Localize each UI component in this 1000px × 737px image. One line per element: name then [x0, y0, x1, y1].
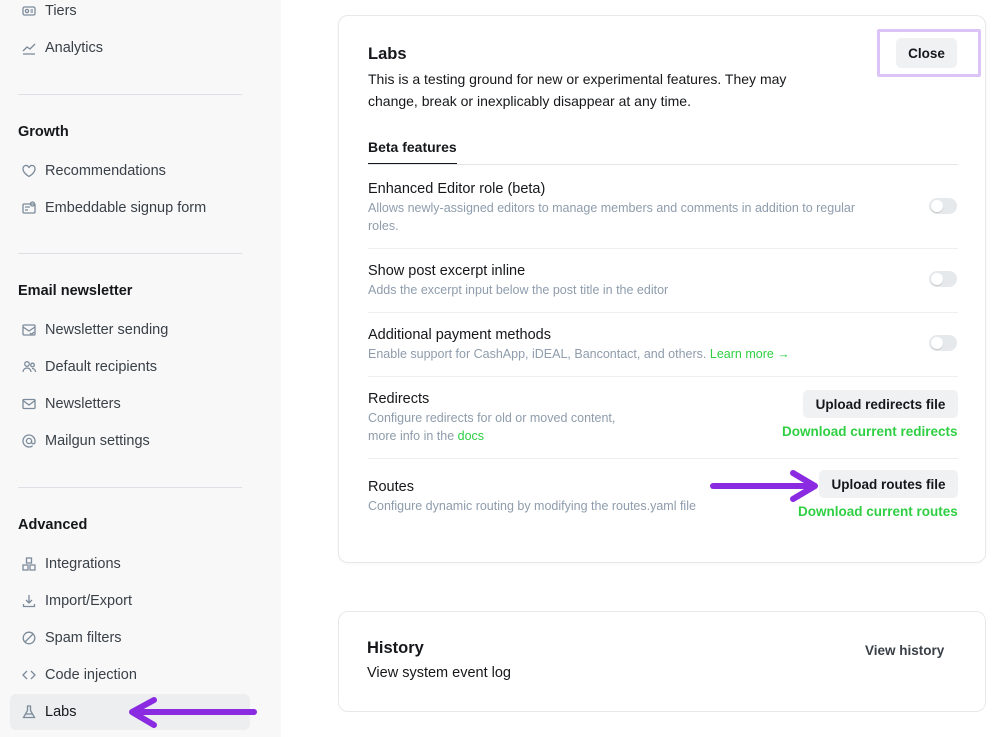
- history-title: History: [367, 639, 424, 657]
- redirects-description: Configure redirects for old or moved con…: [368, 409, 668, 445]
- sidebar-item-label: Recommendations: [45, 163, 166, 179]
- sidebar-item-label: Spam filters: [45, 630, 122, 646]
- routes-description: Configure dynamic routing by modifying t…: [368, 499, 696, 513]
- row-divider: [368, 458, 958, 459]
- block-icon: [21, 630, 37, 646]
- sidebar-item-label: Integrations: [45, 556, 121, 572]
- sidebar-item-label: Mailgun settings: [45, 433, 150, 449]
- sidebar-divider: [18, 487, 242, 488]
- labs-description: This is a testing ground for new or expe…: [368, 71, 787, 109]
- payment-methods-toggle[interactable]: [929, 335, 957, 351]
- feature-title: Additional payment methods: [368, 327, 551, 343]
- sidebar-item-mailgun-settings[interactable]: Mailgun settings: [10, 423, 250, 459]
- feature-description: Enable support for CashApp, iDEAL, Banco…: [368, 345, 888, 363]
- sidebar-item-import-export[interactable]: Import/Export: [10, 583, 250, 619]
- flask-icon: [21, 704, 37, 720]
- sidebar-item-newsletters[interactable]: Newsletters: [10, 386, 250, 422]
- view-history-button[interactable]: View history: [865, 643, 944, 658]
- feature-description: Adds the excerpt input below the post ti…: [368, 283, 669, 297]
- download-redirects-link[interactable]: Download current redirects: [782, 424, 958, 439]
- sidebar-item-code-injection[interactable]: Code injection: [10, 657, 250, 693]
- redirects-description-text: more info in the: [368, 429, 455, 443]
- section-title-growth: Growth: [18, 124, 69, 140]
- sidebar-item-label: Newsletters: [45, 396, 121, 412]
- feature-description: Allows newly-assigned editors to manage …: [368, 201, 856, 233]
- row-divider: [368, 248, 958, 249]
- sidebar-item-analytics[interactable]: Analytics: [10, 30, 250, 66]
- sidebar-item-label: Labs: [45, 704, 77, 720]
- users-icon: [21, 359, 37, 375]
- tab-underline: [368, 164, 958, 165]
- feature-title: Enhanced Editor role (beta): [368, 181, 546, 197]
- integrations-icon: [21, 556, 37, 572]
- signup-form-icon: [21, 200, 37, 216]
- settings-sidebar: Tiers Analytics Growth Recommendations E…: [0, 0, 281, 737]
- sidebar-item-integrations[interactable]: Integrations: [10, 546, 250, 582]
- feature-enhanced-editor: Enhanced Editor role (beta) Allows newly…: [368, 181, 888, 235]
- sidebar-item-recommendations[interactable]: Recommendations: [10, 153, 250, 189]
- labs-card: Labs This is a testing ground for new or…: [338, 15, 986, 563]
- heart-icon: [21, 163, 37, 179]
- feature-title: Show post excerpt inline: [368, 263, 526, 279]
- feature-description-text: Enable support for CashApp, iDEAL, Banco…: [368, 347, 707, 361]
- analytics-icon: [21, 40, 37, 56]
- redirects-section: Redirects Configure redirects for old or…: [368, 391, 668, 445]
- section-title-advanced: Advanced: [18, 517, 88, 533]
- sidebar-item-newsletter-sending[interactable]: Newsletter sending: [10, 312, 250, 348]
- sidebar-divider: [18, 253, 242, 254]
- tiers-icon: [21, 3, 37, 19]
- history-description: View system event log: [367, 665, 511, 681]
- learn-more-link[interactable]: Learn more →: [710, 347, 790, 361]
- sidebar-item-default-recipients[interactable]: Default recipients: [10, 349, 250, 385]
- sidebar-item-label: Newsletter sending: [45, 322, 169, 338]
- annotation-arrow-icon: [710, 470, 818, 502]
- post-excerpt-toggle[interactable]: [929, 271, 957, 287]
- routes-title: Routes: [368, 479, 414, 495]
- upload-redirects-button[interactable]: Upload redirects file: [803, 390, 958, 418]
- redirects-description-line2: more info in the docs: [368, 427, 668, 445]
- routes-section: Routes Configure dynamic routing by modi…: [368, 479, 728, 515]
- close-button[interactable]: Close: [896, 38, 957, 68]
- sidebar-item-label: Embeddable signup form: [45, 200, 207, 216]
- upload-routes-button[interactable]: Upload routes file: [819, 470, 958, 498]
- section-title-email-newsletter: Email newsletter: [18, 283, 133, 299]
- sidebar-item-label: Default recipients: [45, 359, 158, 375]
- sidebar-item-label: Analytics: [45, 40, 104, 56]
- labs-title: Labs: [368, 45, 407, 63]
- feature-payment-methods: Additional payment methods Enable suppor…: [368, 327, 888, 363]
- annotation-arrow-icon: [129, 697, 257, 728]
- sidebar-item-label: Tiers: [45, 3, 77, 19]
- tab-beta-features[interactable]: Beta features: [368, 139, 457, 165]
- enhanced-editor-toggle[interactable]: [929, 198, 957, 214]
- redirects-title: Redirects: [368, 391, 430, 407]
- sidebar-divider: [18, 94, 242, 95]
- code-icon: [21, 667, 37, 683]
- download-icon: [21, 593, 37, 609]
- sidebar-item-label: Import/Export: [45, 593, 133, 609]
- sidebar-item-tiers[interactable]: Tiers: [10, 0, 250, 29]
- row-divider: [368, 312, 958, 313]
- envelope-icon: [21, 396, 37, 412]
- docs-link[interactable]: docs: [458, 429, 484, 443]
- sidebar-item-embeddable-signup-form[interactable]: Embeddable signup form: [10, 190, 250, 226]
- at-icon: [21, 433, 37, 449]
- download-routes-link[interactable]: Download current routes: [798, 504, 958, 519]
- feature-post-excerpt: Show post excerpt inline Adds the excerp…: [368, 263, 888, 299]
- row-divider: [368, 376, 958, 377]
- redirects-description-line1: Configure redirects for old or moved con…: [368, 411, 616, 425]
- sidebar-item-label: Code injection: [45, 667, 137, 683]
- mail-check-icon: [21, 322, 37, 338]
- sidebar-item-spam-filters[interactable]: Spam filters: [10, 620, 250, 656]
- history-card: History View system event log View histo…: [338, 611, 986, 712]
